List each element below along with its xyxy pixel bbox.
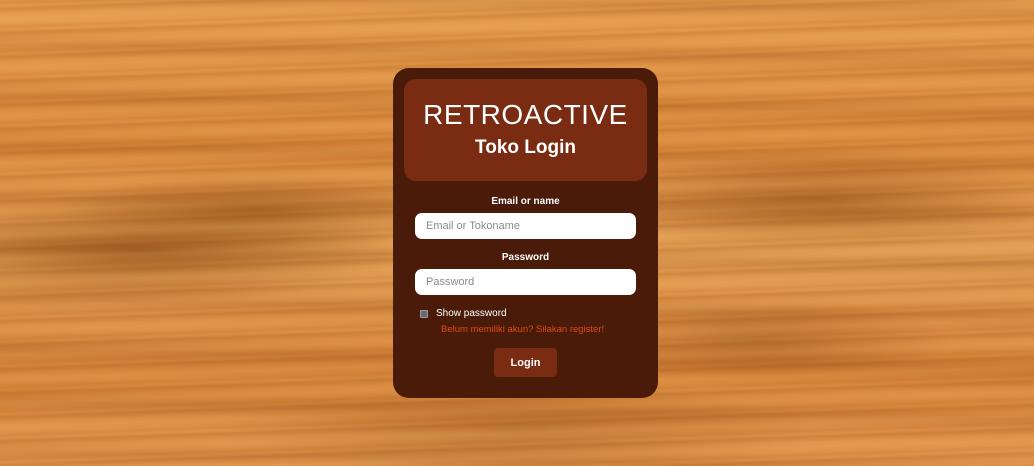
brand-title: RETROACTIVE: [423, 99, 628, 130]
login-button[interactable]: Login: [494, 348, 557, 377]
show-password-checkbox[interactable]: [420, 309, 428, 318]
login-header: RETROACTIVE Toko Login: [404, 79, 647, 181]
show-password-label[interactable]: Show password: [436, 308, 507, 319]
login-card: RETROACTIVE Toko Login Email or name Pas…: [393, 68, 658, 398]
password-label: Password: [501, 252, 550, 263]
register-link[interactable]: Belum memiliki akun? Silakan register!: [441, 324, 604, 335]
email-field[interactable]: [415, 213, 636, 239]
show-password-row[interactable]: Show password: [420, 308, 507, 319]
password-field[interactable]: [415, 269, 636, 295]
email-label: Email or name: [491, 196, 560, 207]
page-title: Toko Login: [475, 137, 576, 158]
